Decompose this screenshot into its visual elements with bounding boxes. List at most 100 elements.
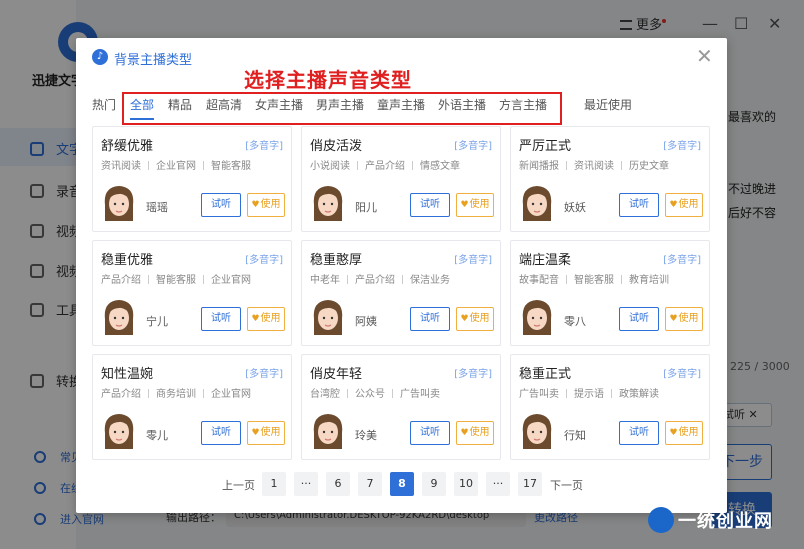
usage-tag: 保洁业务 bbox=[410, 275, 450, 286]
usage-tag: 智能客服 bbox=[156, 275, 196, 286]
usage-tags: 广告叫卖 提示语 政策解读 bbox=[519, 385, 659, 400]
polyphone-badge[interactable]: [多音字] bbox=[245, 137, 283, 152]
active-tab-indicator bbox=[130, 118, 154, 120]
tag-separator bbox=[357, 161, 358, 170]
page-button[interactable]: 10 bbox=[454, 472, 478, 496]
use-button[interactable]: ♥使用 bbox=[247, 421, 285, 445]
use-button[interactable]: ♥使用 bbox=[665, 421, 703, 445]
tab-male[interactable]: 男声主播 bbox=[316, 96, 364, 113]
usage-tags: 产品介绍 智能客服 企业官网 bbox=[101, 271, 251, 286]
pagination: 上一页 1 ··· 6 7 8 9 10 ··· 17 下一页 bbox=[76, 472, 727, 498]
usage-tag: 小说阅读 bbox=[310, 161, 350, 172]
use-button-label: 使用 bbox=[469, 313, 490, 324]
listen-button[interactable]: 试听 bbox=[201, 421, 241, 445]
dialog-title: 背景主播类型 bbox=[114, 53, 193, 68]
usage-tag: 教育培训 bbox=[629, 275, 669, 286]
voice-card[interactable]: 舒缓优雅 [多音字] 资讯阅读 企业官网 智能客服 瑶瑶 试听 ♥使用 bbox=[92, 126, 292, 232]
use-button[interactable]: ♥使用 bbox=[456, 421, 494, 445]
usage-tag: 产品介绍 bbox=[365, 161, 405, 172]
usage-tags: 资讯阅读 企业官网 智能客服 bbox=[101, 157, 251, 172]
tag-separator bbox=[392, 389, 393, 398]
polyphone-badge[interactable]: [多音字] bbox=[663, 137, 701, 152]
use-button[interactable]: ♥使用 bbox=[456, 307, 494, 331]
voice-name: 零儿 bbox=[146, 429, 168, 442]
use-button[interactable]: ♥使用 bbox=[665, 307, 703, 331]
tab-recent[interactable]: 最近使用 bbox=[584, 96, 632, 113]
heart-icon: ♥ bbox=[669, 428, 678, 438]
usage-tag: 产品介绍 bbox=[101, 389, 141, 400]
listen-button[interactable]: 试听 bbox=[201, 307, 241, 331]
voice-card[interactable]: 俏皮年轻 [多音字] 台湾腔 公众号 广告叫卖 玲美 试听 ♥使用 bbox=[301, 354, 501, 460]
polyphone-badge[interactable]: [多音字] bbox=[663, 365, 701, 380]
voice-style-name: 舒缓优雅 bbox=[101, 139, 154, 154]
next-page-button[interactable]: 下一页 bbox=[550, 477, 583, 493]
page-button[interactable]: 9 bbox=[422, 472, 446, 496]
tab-female[interactable]: 女声主播 bbox=[255, 96, 303, 113]
close-icon[interactable]: ✕ bbox=[696, 44, 713, 68]
tab-premium[interactable]: 精品 bbox=[168, 96, 192, 113]
listen-button[interactable]: 试听 bbox=[410, 193, 450, 217]
tag-separator bbox=[621, 275, 622, 284]
tag-separator bbox=[402, 275, 403, 284]
polyphone-badge[interactable]: [多音字] bbox=[454, 137, 492, 152]
page-button[interactable]: 1 bbox=[262, 472, 286, 496]
voice-card[interactable]: 知性温婉 [多音字] 产品介绍 商务培训 企业官网 零儿 试听 ♥使用 bbox=[92, 354, 292, 460]
heart-icon: ♥ bbox=[251, 428, 260, 438]
listen-button[interactable]: 试听 bbox=[410, 307, 450, 331]
voice-style-name: 稳重正式 bbox=[519, 367, 572, 382]
voice-card[interactable]: 端庄温柔 [多音字] 故事配音 智能客服 教育培训 零八 试听 ♥使用 bbox=[510, 240, 710, 346]
tab-dialect[interactable]: 方言主播 bbox=[499, 96, 547, 113]
use-button[interactable]: ♥使用 bbox=[247, 193, 285, 217]
page-ellipsis[interactable]: ··· bbox=[294, 472, 318, 496]
polyphone-badge[interactable]: [多音字] bbox=[663, 251, 701, 266]
polyphone-badge[interactable]: [多音字] bbox=[245, 365, 283, 380]
listen-button[interactable]: 试听 bbox=[201, 193, 241, 217]
use-button-label: 使用 bbox=[678, 199, 699, 210]
usage-tag: 企业官网 bbox=[211, 389, 251, 400]
use-button[interactable]: ♥使用 bbox=[456, 193, 494, 217]
tab-child[interactable]: 童声主播 bbox=[377, 96, 425, 113]
tab-foreign[interactable]: 外语主播 bbox=[438, 96, 486, 113]
page-ellipsis[interactable]: ··· bbox=[486, 472, 510, 496]
tab-hot[interactable]: 热门 bbox=[92, 96, 116, 113]
polyphone-badge[interactable]: [多音字] bbox=[454, 251, 492, 266]
tag-separator bbox=[621, 161, 622, 170]
listen-button[interactable]: 试听 bbox=[410, 421, 450, 445]
watermark: 一统创业网 bbox=[648, 507, 773, 533]
polyphone-badge[interactable]: [多音字] bbox=[245, 251, 283, 266]
usage-tag: 产品介绍 bbox=[101, 275, 141, 286]
use-button[interactable]: ♥使用 bbox=[665, 193, 703, 217]
voice-card[interactable]: 稳重优雅 [多音字] 产品介绍 智能客服 企业官网 宁儿 试听 ♥使用 bbox=[92, 240, 292, 346]
voice-name: 行知 bbox=[564, 429, 586, 442]
annotation-label: 选择主播声音类型 bbox=[244, 68, 412, 92]
tag-separator bbox=[566, 161, 567, 170]
listen-button[interactable]: 试听 bbox=[619, 307, 659, 331]
heart-icon: ♥ bbox=[251, 314, 260, 324]
tag-separator bbox=[148, 275, 149, 284]
page-button[interactable]: 6 bbox=[326, 472, 350, 496]
voice-card[interactable]: 俏皮活泼 [多音字] 小说阅读 产品介绍 情感文章 阳儿 试听 ♥使用 bbox=[301, 126, 501, 232]
prev-page-button[interactable]: 上一页 bbox=[222, 477, 255, 493]
avatar bbox=[519, 297, 555, 337]
tag-separator bbox=[611, 389, 612, 398]
page-button[interactable]: 7 bbox=[358, 472, 382, 496]
page-button[interactable]: 17 bbox=[518, 472, 542, 496]
voice-card[interactable]: 稳重正式 [多音字] 广告叫卖 提示语 政策解读行知 试听 ♥使用 bbox=[510, 354, 710, 460]
voice-card[interactable]: 严厉正式 [多音字] 新闻播报 资讯阅读 历史文章 妖妖 试听 ♥使用 bbox=[510, 126, 710, 232]
listen-button[interactable]: 试听 bbox=[619, 421, 659, 445]
usage-tag: 商务培训 bbox=[156, 389, 196, 400]
usage-tag: 台湾腔 bbox=[310, 389, 340, 400]
tab-ultra-hd[interactable]: 超高清 bbox=[206, 96, 242, 113]
page-button-current[interactable]: 8 bbox=[390, 472, 414, 496]
voice-name: 零八 bbox=[564, 315, 586, 328]
voice-name: 玲美 bbox=[355, 429, 377, 442]
tab-all[interactable]: 全部 bbox=[130, 96, 154, 113]
use-button[interactable]: ♥使用 bbox=[247, 307, 285, 331]
usage-tag: 提示语 bbox=[574, 389, 604, 400]
voice-name: 阿姨 bbox=[355, 315, 377, 328]
tag-separator bbox=[347, 389, 348, 398]
listen-button[interactable]: 试听 bbox=[619, 193, 659, 217]
polyphone-badge[interactable]: [多音字] bbox=[454, 365, 492, 380]
usage-tag: 新闻播报 bbox=[519, 161, 559, 172]
voice-card[interactable]: 稳重憨厚 [多音字] 中老年 产品介绍 保洁业务 阿姨 试听 ♥使用 bbox=[301, 240, 501, 346]
